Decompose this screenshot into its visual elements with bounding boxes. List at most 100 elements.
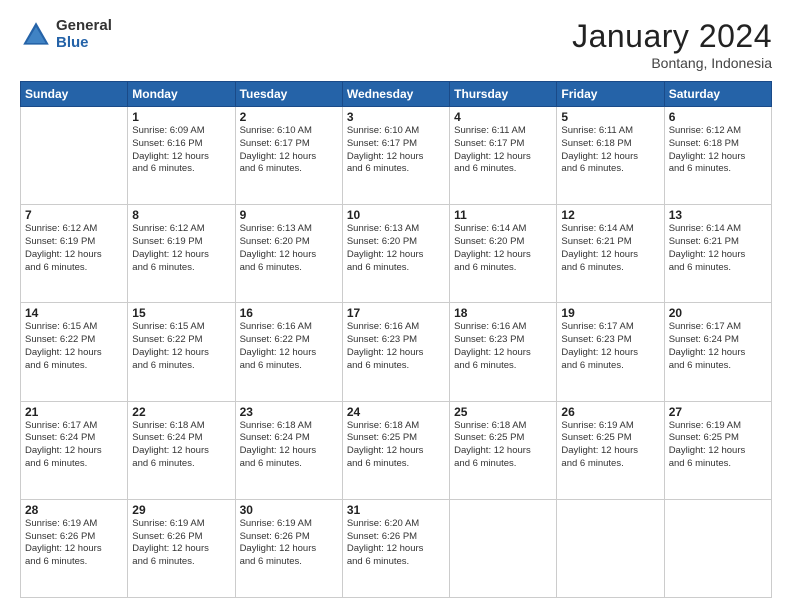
- day-number: 4: [454, 110, 552, 124]
- day-number: 2: [240, 110, 338, 124]
- day-info: Sunrise: 6:17 AM Sunset: 6:24 PM Dayligh…: [669, 321, 767, 372]
- month-title: January 2024: [572, 18, 772, 55]
- table-row: 1Sunrise: 6:09 AM Sunset: 6:16 PM Daylig…: [128, 107, 235, 205]
- day-info: Sunrise: 6:16 AM Sunset: 6:23 PM Dayligh…: [347, 321, 445, 372]
- day-info: Sunrise: 6:13 AM Sunset: 6:20 PM Dayligh…: [347, 223, 445, 274]
- day-number: 20: [669, 306, 767, 320]
- calendar-week-row: 21Sunrise: 6:17 AM Sunset: 6:24 PM Dayli…: [21, 401, 772, 499]
- table-row: 8Sunrise: 6:12 AM Sunset: 6:19 PM Daylig…: [128, 205, 235, 303]
- day-number: 15: [132, 306, 230, 320]
- table-row: 28Sunrise: 6:19 AM Sunset: 6:26 PM Dayli…: [21, 499, 128, 597]
- table-row: 30Sunrise: 6:19 AM Sunset: 6:26 PM Dayli…: [235, 499, 342, 597]
- day-number: 7: [25, 208, 123, 222]
- table-row: 24Sunrise: 6:18 AM Sunset: 6:25 PM Dayli…: [342, 401, 449, 499]
- day-number: 5: [561, 110, 659, 124]
- day-number: 9: [240, 208, 338, 222]
- day-number: 25: [454, 405, 552, 419]
- calendar-week-row: 14Sunrise: 6:15 AM Sunset: 6:22 PM Dayli…: [21, 303, 772, 401]
- col-thursday: Thursday: [450, 82, 557, 107]
- table-row: 3Sunrise: 6:10 AM Sunset: 6:17 PM Daylig…: [342, 107, 449, 205]
- day-info: Sunrise: 6:20 AM Sunset: 6:26 PM Dayligh…: [347, 518, 445, 569]
- logo-blue-label: Blue: [56, 35, 112, 52]
- day-info: Sunrise: 6:17 AM Sunset: 6:23 PM Dayligh…: [561, 321, 659, 372]
- calendar-header-row: Sunday Monday Tuesday Wednesday Thursday…: [21, 82, 772, 107]
- table-row: 16Sunrise: 6:16 AM Sunset: 6:22 PM Dayli…: [235, 303, 342, 401]
- table-row: 9Sunrise: 6:13 AM Sunset: 6:20 PM Daylig…: [235, 205, 342, 303]
- logo-icon: [20, 19, 52, 51]
- day-number: 27: [669, 405, 767, 419]
- day-number: 28: [25, 503, 123, 517]
- table-row: 17Sunrise: 6:16 AM Sunset: 6:23 PM Dayli…: [342, 303, 449, 401]
- day-info: Sunrise: 6:11 AM Sunset: 6:17 PM Dayligh…: [454, 125, 552, 176]
- day-number: 26: [561, 405, 659, 419]
- day-info: Sunrise: 6:14 AM Sunset: 6:21 PM Dayligh…: [561, 223, 659, 274]
- day-info: Sunrise: 6:19 AM Sunset: 6:26 PM Dayligh…: [25, 518, 123, 569]
- day-number: 11: [454, 208, 552, 222]
- day-number: 17: [347, 306, 445, 320]
- day-info: Sunrise: 6:19 AM Sunset: 6:26 PM Dayligh…: [240, 518, 338, 569]
- calendar-week-row: 7Sunrise: 6:12 AM Sunset: 6:19 PM Daylig…: [21, 205, 772, 303]
- day-number: 6: [669, 110, 767, 124]
- day-info: Sunrise: 6:16 AM Sunset: 6:23 PM Dayligh…: [454, 321, 552, 372]
- table-row: 21Sunrise: 6:17 AM Sunset: 6:24 PM Dayli…: [21, 401, 128, 499]
- day-number: 29: [132, 503, 230, 517]
- day-number: 19: [561, 306, 659, 320]
- day-number: 30: [240, 503, 338, 517]
- table-row: 25Sunrise: 6:18 AM Sunset: 6:25 PM Dayli…: [450, 401, 557, 499]
- table-row: 18Sunrise: 6:16 AM Sunset: 6:23 PM Dayli…: [450, 303, 557, 401]
- day-info: Sunrise: 6:14 AM Sunset: 6:21 PM Dayligh…: [669, 223, 767, 274]
- table-row: 5Sunrise: 6:11 AM Sunset: 6:18 PM Daylig…: [557, 107, 664, 205]
- day-number: 18: [454, 306, 552, 320]
- day-info: Sunrise: 6:18 AM Sunset: 6:25 PM Dayligh…: [454, 420, 552, 471]
- day-number: 8: [132, 208, 230, 222]
- table-row: 13Sunrise: 6:14 AM Sunset: 6:21 PM Dayli…: [664, 205, 771, 303]
- day-number: 14: [25, 306, 123, 320]
- table-row: 4Sunrise: 6:11 AM Sunset: 6:17 PM Daylig…: [450, 107, 557, 205]
- header: General Blue January 2024 Bontang, Indon…: [20, 18, 772, 71]
- table-row: 26Sunrise: 6:19 AM Sunset: 6:25 PM Dayli…: [557, 401, 664, 499]
- logo-text: General Blue: [56, 18, 112, 51]
- table-row: 31Sunrise: 6:20 AM Sunset: 6:26 PM Dayli…: [342, 499, 449, 597]
- col-wednesday: Wednesday: [342, 82, 449, 107]
- table-row: 27Sunrise: 6:19 AM Sunset: 6:25 PM Dayli…: [664, 401, 771, 499]
- table-row: 29Sunrise: 6:19 AM Sunset: 6:26 PM Dayli…: [128, 499, 235, 597]
- table-row: 23Sunrise: 6:18 AM Sunset: 6:24 PM Dayli…: [235, 401, 342, 499]
- title-block: January 2024 Bontang, Indonesia: [572, 18, 772, 71]
- calendar-week-row: 28Sunrise: 6:19 AM Sunset: 6:26 PM Dayli…: [21, 499, 772, 597]
- day-info: Sunrise: 6:10 AM Sunset: 6:17 PM Dayligh…: [240, 125, 338, 176]
- table-row: [450, 499, 557, 597]
- col-tuesday: Tuesday: [235, 82, 342, 107]
- table-row: 22Sunrise: 6:18 AM Sunset: 6:24 PM Dayli…: [128, 401, 235, 499]
- logo: General Blue: [20, 18, 112, 51]
- day-info: Sunrise: 6:12 AM Sunset: 6:18 PM Dayligh…: [669, 125, 767, 176]
- day-info: Sunrise: 6:12 AM Sunset: 6:19 PM Dayligh…: [132, 223, 230, 274]
- day-info: Sunrise: 6:10 AM Sunset: 6:17 PM Dayligh…: [347, 125, 445, 176]
- day-info: Sunrise: 6:12 AM Sunset: 6:19 PM Dayligh…: [25, 223, 123, 274]
- day-info: Sunrise: 6:17 AM Sunset: 6:24 PM Dayligh…: [25, 420, 123, 471]
- day-info: Sunrise: 6:19 AM Sunset: 6:25 PM Dayligh…: [669, 420, 767, 471]
- day-number: 24: [347, 405, 445, 419]
- day-info: Sunrise: 6:18 AM Sunset: 6:24 PM Dayligh…: [132, 420, 230, 471]
- table-row: 14Sunrise: 6:15 AM Sunset: 6:22 PM Dayli…: [21, 303, 128, 401]
- table-row: 7Sunrise: 6:12 AM Sunset: 6:19 PM Daylig…: [21, 205, 128, 303]
- table-row: 2Sunrise: 6:10 AM Sunset: 6:17 PM Daylig…: [235, 107, 342, 205]
- col-monday: Monday: [128, 82, 235, 107]
- table-row: [557, 499, 664, 597]
- table-row: 15Sunrise: 6:15 AM Sunset: 6:22 PM Dayli…: [128, 303, 235, 401]
- day-number: 23: [240, 405, 338, 419]
- calendar-week-row: 1Sunrise: 6:09 AM Sunset: 6:16 PM Daylig…: [21, 107, 772, 205]
- col-friday: Friday: [557, 82, 664, 107]
- table-row: [21, 107, 128, 205]
- day-number: 1: [132, 110, 230, 124]
- location: Bontang, Indonesia: [572, 55, 772, 71]
- day-number: 21: [25, 405, 123, 419]
- day-info: Sunrise: 6:19 AM Sunset: 6:25 PM Dayligh…: [561, 420, 659, 471]
- day-number: 31: [347, 503, 445, 517]
- day-info: Sunrise: 6:09 AM Sunset: 6:16 PM Dayligh…: [132, 125, 230, 176]
- table-row: 12Sunrise: 6:14 AM Sunset: 6:21 PM Dayli…: [557, 205, 664, 303]
- day-number: 22: [132, 405, 230, 419]
- table-row: 10Sunrise: 6:13 AM Sunset: 6:20 PM Dayli…: [342, 205, 449, 303]
- day-info: Sunrise: 6:15 AM Sunset: 6:22 PM Dayligh…: [25, 321, 123, 372]
- page: General Blue January 2024 Bontang, Indon…: [0, 0, 792, 612]
- calendar-table: Sunday Monday Tuesday Wednesday Thursday…: [20, 81, 772, 598]
